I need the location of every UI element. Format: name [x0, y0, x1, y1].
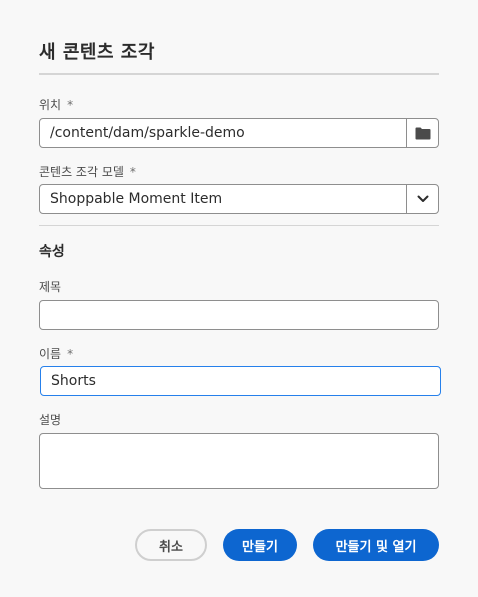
location-input[interactable]: /content/dam/sparkle-demo — [40, 119, 406, 147]
description-textarea[interactable] — [39, 433, 439, 489]
new-content-fragment-dialog: 새 콘텐츠 조각 위치 * /content/dam/sparkle-demo 콘… — [39, 0, 441, 597]
model-selected-value: Shoppable Moment Item — [50, 191, 223, 207]
create-and-open-button[interactable]: 만들기 및 열기 — [313, 529, 439, 561]
required-mark: * — [67, 347, 74, 361]
create-button[interactable]: 만들기 — [223, 529, 297, 561]
cancel-button[interactable]: 취소 — [135, 529, 207, 561]
location-field: /content/dam/sparkle-demo — [39, 118, 439, 148]
location-label: 위치 * — [39, 96, 73, 113]
title-field-label: 제목 — [39, 280, 62, 294]
title-input[interactable] — [39, 300, 439, 330]
model-label: 콘텐츠 조각 모델 * — [39, 163, 136, 180]
chevron-down-icon — [417, 195, 428, 202]
name-field-label-text: 이름 — [39, 347, 62, 361]
description-field-label: 설명 — [39, 413, 62, 427]
model-dropdown-button[interactable] — [406, 185, 438, 213]
section-divider — [39, 225, 439, 226]
properties-heading: 속성 — [39, 244, 65, 260]
title-divider — [39, 73, 439, 75]
name-input[interactable] — [40, 366, 441, 396]
browse-folder-button[interactable] — [406, 119, 438, 147]
required-mark: * — [129, 165, 136, 179]
name-field-label: 이름 * — [39, 345, 73, 362]
required-mark: * — [67, 98, 74, 112]
dialog-title: 새 콘텐츠 조각 — [39, 42, 155, 63]
folder-icon — [415, 127, 430, 139]
model-label-text: 콘텐츠 조각 모델 — [39, 165, 124, 179]
model-select[interactable]: Shoppable Moment Item — [39, 184, 439, 214]
location-label-text: 위치 — [39, 98, 62, 112]
